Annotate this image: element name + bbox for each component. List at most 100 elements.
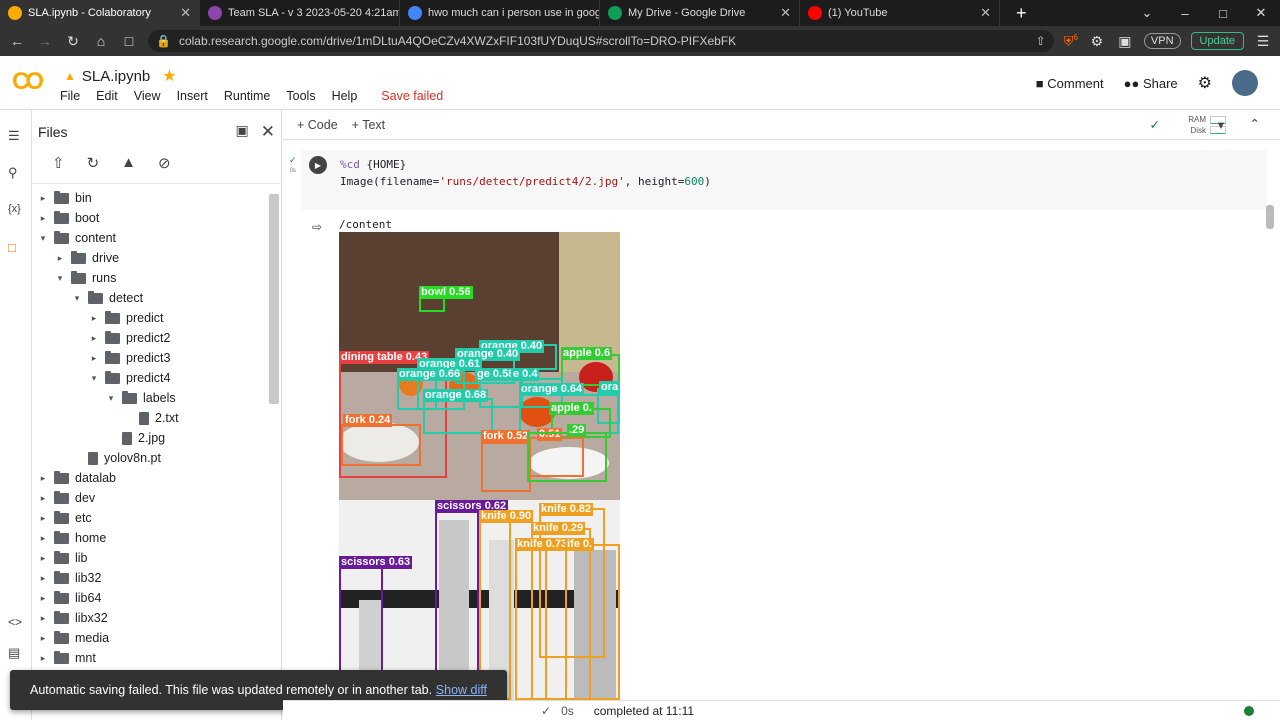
file-tree-item[interactable]: ▸ predict — [89, 308, 164, 328]
menu-view[interactable]: View — [134, 89, 169, 103]
add-code-button[interactable]: + Code — [297, 118, 338, 132]
search-icon[interactable]: ⚲ — [8, 165, 18, 181]
file-tree-item[interactable]: ▸ drive — [55, 248, 119, 268]
home-icon[interactable]: ⌂ — [92, 33, 110, 49]
notebook-scrollbar[interactable] — [1266, 205, 1274, 229]
browser-tab[interactable]: SLA.ipynb - Colaboratory ✕ — [0, 0, 200, 26]
file-tree-item[interactable]: ▸ libx32 — [38, 608, 108, 628]
expand-arrow-icon[interactable]: ▸ — [38, 533, 48, 544]
files-folder-icon[interactable]: □ — [8, 240, 16, 255]
expand-arrow-icon[interactable]: ▸ — [38, 513, 48, 524]
browser-tab[interactable]: hwo much can i person use in google✕ — [400, 0, 600, 26]
notebook-title[interactable]: SLA.ipynb — [82, 68, 150, 85]
forward-icon[interactable]: → — [36, 33, 54, 49]
files-scrollbar[interactable] — [269, 194, 279, 404]
expand-arrow-icon[interactable]: ▾ — [89, 373, 99, 384]
expand-arrow-icon[interactable]: ▸ — [38, 613, 48, 624]
new-tab-button[interactable]: + — [1006, 3, 1037, 24]
file-tree-item[interactable]: ▸ bin — [38, 188, 92, 208]
file-tree-item[interactable]: 2.txt — [123, 408, 179, 428]
extensions-icon[interactable]: ⚙ — [1088, 33, 1106, 50]
run-cell-button[interactable]: ▶ — [309, 156, 327, 174]
expand-arrow-icon[interactable]: ▸ — [38, 473, 48, 484]
expand-arrow-icon[interactable]: ▾ — [106, 393, 116, 404]
chevron-down-icon[interactable]: ▾ — [1218, 117, 1224, 132]
output-menu-icon[interactable]: ⇨ — [312, 220, 322, 234]
expand-arrow-icon[interactable]: ▸ — [89, 333, 99, 344]
browser-tab[interactable]: My Drive - Google Drive ✕ — [600, 0, 800, 26]
star-icon[interactable]: ★ — [162, 66, 176, 86]
hide-hidden-icon[interactable]: ⊘ — [158, 154, 171, 183]
avatar[interactable] — [1232, 70, 1258, 96]
sidebar-icon[interactable]: ▣ — [1116, 33, 1134, 50]
file-tree-item[interactable]: 2.jpg — [106, 428, 165, 448]
url-bar[interactable]: 🔒 colab.research.google.com/drive/1mDLtu… — [148, 30, 1054, 52]
expand-arrow-icon[interactable]: ▸ — [89, 353, 99, 364]
settings-icon[interactable]: ⚙ — [1198, 73, 1212, 93]
expand-arrow-icon[interactable]: ▸ — [55, 253, 65, 264]
tab-close-icon[interactable]: ✕ — [780, 5, 791, 21]
expand-arrow-icon[interactable]: ▾ — [38, 233, 48, 244]
file-tree-item[interactable]: ▸ datalab — [38, 468, 116, 488]
menu-runtime[interactable]: Runtime — [224, 89, 279, 103]
file-tree-item[interactable]: ▸ home — [38, 528, 106, 548]
file-tree-item[interactable]: ▾ runs — [55, 268, 116, 288]
file-tree-item[interactable]: ▾ predict4 — [89, 368, 170, 388]
file-tree-item[interactable]: ▸ predict2 — [89, 328, 170, 348]
brave-shield-icon[interactable]: ⛨6 — [1064, 33, 1078, 49]
share-page-icon[interactable]: ⇧ — [1036, 34, 1046, 48]
expand-arrow-icon[interactable]: ▸ — [38, 653, 48, 664]
collapse-icon[interactable]: ⌃ — [1250, 116, 1260, 131]
show-diff-link[interactable]: Show diff — [436, 683, 487, 697]
tab-search-icon[interactable]: ⌄ — [1128, 5, 1166, 21]
menu-file[interactable]: File — [60, 89, 88, 103]
file-tree-item[interactable]: yolov8n.pt — [72, 448, 161, 468]
update-button[interactable]: Update — [1190, 32, 1244, 50]
file-tree-item[interactable]: ▸ etc — [38, 508, 92, 528]
url-text[interactable]: colab.research.google.com/drive/1mDLtuA4… — [179, 34, 1028, 48]
file-tree-item[interactable]: ▾ labels — [106, 388, 176, 408]
file-tree-item[interactable]: ▸ lib — [38, 548, 88, 568]
file-tree-item[interactable]: ▸ media — [38, 628, 109, 648]
code-cell[interactable]: ▶ %cd {HOME} Image(filename='runs/detect… — [301, 150, 1267, 210]
window-close-icon[interactable]: ✕ — [1242, 5, 1280, 21]
minimize-icon[interactable]: – — [1166, 6, 1204, 21]
file-tree-item[interactable]: ▾ content — [38, 228, 116, 248]
menu-edit[interactable]: Edit — [96, 89, 126, 103]
file-tree-item[interactable]: ▸ lib64 — [38, 588, 101, 608]
tab-close-icon[interactable]: ✕ — [180, 5, 191, 21]
back-icon[interactable]: ← — [8, 33, 26, 49]
colab-logo[interactable]: CO — [12, 68, 44, 96]
expand-arrow-icon[interactable]: ▸ — [38, 493, 48, 504]
comment-button[interactable]: ■ Comment — [1036, 76, 1104, 91]
vpn-button[interactable]: VPN — [1143, 33, 1181, 49]
browser-tab[interactable]: (1) YouTube ✕ — [800, 0, 1000, 26]
maximize-icon[interactable]: □ — [1204, 6, 1242, 21]
refresh-folder-icon[interactable]: ↻ — [87, 154, 100, 183]
expand-arrow-icon[interactable]: ▸ — [38, 573, 48, 584]
add-text-button[interactable]: + Text — [352, 118, 385, 132]
expand-arrow-icon[interactable]: ▸ — [38, 633, 48, 644]
close-icon[interactable]: ✕ — [261, 122, 275, 142]
browser-tab[interactable]: Team SLA - v 3 2023-05-20 4:21am >✕ — [200, 0, 400, 26]
expand-arrow-icon[interactable]: ▸ — [38, 213, 48, 224]
variables-icon[interactable]: {x} — [8, 203, 21, 215]
upload-icon[interactable]: ⇧ — [52, 154, 65, 183]
share-button[interactable]: ●● Share — [1124, 76, 1178, 91]
expand-arrow-icon[interactable]: ▾ — [55, 273, 65, 284]
file-tree-item[interactable]: ▸ lib32 — [38, 568, 101, 588]
expand-arrow-icon[interactable]: ▾ — [72, 293, 82, 304]
mount-drive-icon[interactable]: ▲ — [121, 154, 136, 183]
file-tree-item[interactable]: ▸ boot — [38, 208, 99, 228]
menu-icon[interactable]: ☰ — [1254, 33, 1272, 50]
expand-arrow-icon[interactable]: ▸ — [38, 553, 48, 564]
command-palette-icon[interactable]: ▤ — [8, 645, 20, 661]
bookmark-icon[interactable]: □ — [120, 33, 138, 49]
menu-help[interactable]: Help — [332, 89, 366, 103]
code-snippets-icon[interactable]: <> — [8, 615, 22, 629]
file-tree-item[interactable]: ▸ mnt — [38, 648, 96, 668]
open-in-tab-icon[interactable]: ▣ — [236, 122, 249, 142]
save-failed-link[interactable]: Save failed — [381, 89, 451, 103]
toc-icon[interactable]: ☰ — [8, 128, 20, 144]
code-editor[interactable]: %cd {HOME} Image(filename='runs/detect/p… — [340, 156, 711, 190]
